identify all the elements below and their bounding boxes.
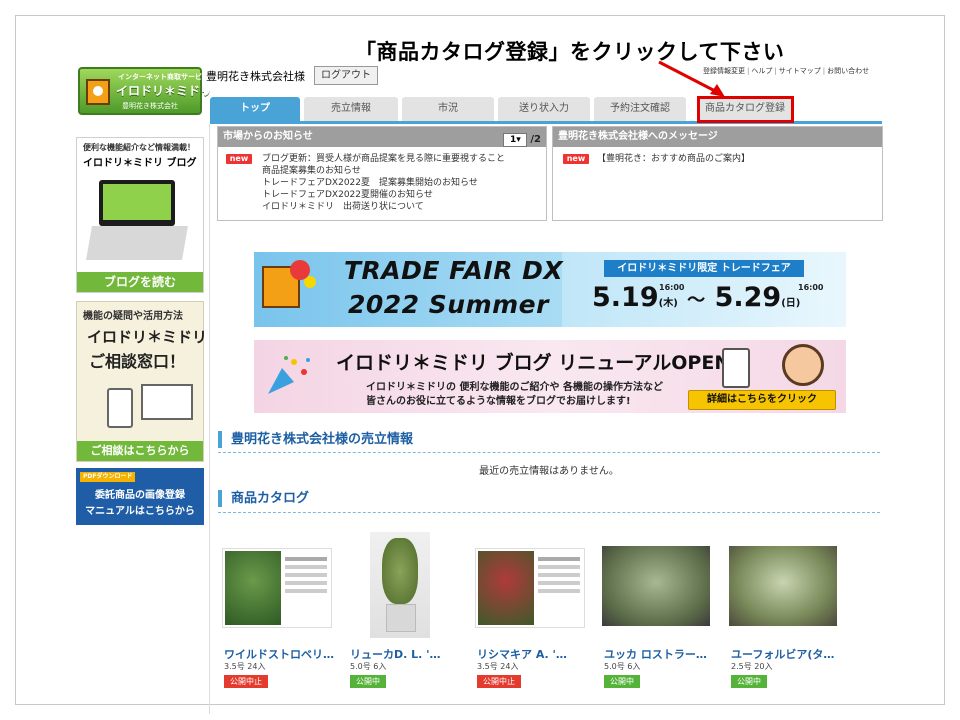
flower-icon bbox=[290, 260, 310, 280]
top-links: 登録情報変更 | ヘルプ | サイトマップ | お問い合わせ bbox=[703, 67, 870, 75]
link-contact[interactable]: お問い合わせ bbox=[827, 67, 869, 75]
pdf-manual-banner[interactable]: PDFダウンロード 委託商品の画像登録 マニュアルはこちらから bbox=[76, 468, 204, 525]
consult-button[interactable]: ご相談はこちらから bbox=[77, 441, 203, 461]
page-select[interactable]: 1▾ bbox=[503, 133, 528, 147]
smartphone-icon bbox=[722, 348, 750, 388]
product-name[interactable]: リシマキア A. '… bbox=[477, 646, 567, 662]
product-image[interactable] bbox=[222, 548, 332, 628]
product-card[interactable]: リューカD. L. '… 5.0号 6入 公開中 bbox=[344, 530, 462, 700]
message-title: 豊明花き株式会社様へのメッセージ bbox=[558, 131, 718, 142]
monitor-icon bbox=[141, 384, 193, 420]
product-info: 3.5号 24入 bbox=[477, 662, 519, 671]
trade-fair-dates: 5.19(木) ～ 5.29(日) bbox=[592, 282, 801, 313]
chevron-down-icon: ▾ bbox=[516, 135, 521, 145]
tab-sales-info[interactable]: 売立情報 bbox=[304, 97, 398, 121]
notice-item[interactable]: イロドリ＊ミドリ 出荷送り状について bbox=[262, 201, 505, 213]
status-badge: 公開中止 bbox=[224, 675, 268, 688]
blog-renewal-line2: 皆さんのお役に立てるような情報をブログでお届けします! bbox=[366, 396, 631, 407]
tab-top[interactable]: トップ bbox=[210, 97, 300, 121]
notice-pager: 1▾ /2 bbox=[503, 130, 541, 150]
product-image[interactable] bbox=[602, 546, 710, 626]
notice-item[interactable]: トレードフェアDX2022夏 提案募集開始のお知らせ bbox=[262, 177, 505, 189]
product-info: 5.0号 6入 bbox=[350, 662, 387, 671]
product-info: 3.5号 24入 bbox=[224, 662, 266, 671]
product-name[interactable]: ユーフォルビア(タ… bbox=[731, 646, 834, 662]
company-name: 豊明花き株式会社様 bbox=[206, 70, 305, 83]
start-time: 16:00 bbox=[659, 283, 685, 292]
product-image[interactable] bbox=[729, 546, 837, 626]
new-badge: new bbox=[563, 154, 589, 164]
product-card[interactable]: リシマキア A. '… 3.5号 24入 公開中止 bbox=[471, 530, 589, 700]
logo-box-icon bbox=[86, 79, 110, 105]
product-card[interactable]: ユッカ ロストラー… 5.0号 6入 公開中 bbox=[598, 530, 716, 700]
highlight-box bbox=[697, 96, 794, 123]
consult-brand: イロドリ＊ミドリ bbox=[87, 328, 208, 346]
keyboard-icon bbox=[86, 226, 188, 260]
notice-item[interactable]: 商品提案募集のお知らせ bbox=[262, 165, 505, 177]
pdf-tag: PDFダウンロード bbox=[80, 472, 136, 482]
tab-invoice-entry[interactable]: 送り状入力 bbox=[498, 97, 590, 121]
link-account-settings[interactable]: 登録情報変更 bbox=[703, 67, 745, 75]
notice-list: ブログ更新：買受人様が商品提案を見る際に重要視すること 商品提案募集のお知らせ … bbox=[262, 153, 505, 213]
tab-reservation[interactable]: 予約注文確認 bbox=[594, 97, 686, 121]
product-name[interactable]: ワイルドストロベリ… bbox=[224, 646, 334, 662]
logo-subtitle: インターネット商取サービス bbox=[118, 73, 209, 81]
logo-title: イロドリ＊ミドリ bbox=[116, 84, 213, 98]
read-blog-button[interactable]: ブログを読む bbox=[77, 272, 203, 292]
blog-banner-caption: 便利な機能紹介など情報満載！ bbox=[83, 143, 195, 152]
product-card[interactable]: ワイルドストロベリ… 3.5号 24入 公開中止 bbox=[218, 530, 336, 700]
blog-renewal-line1: イロドリ＊ミドリの 便利な機能のご紹介や 各機能の操作方法など bbox=[366, 382, 663, 393]
trade-fair-title: TRADE FAIR DX bbox=[344, 256, 564, 285]
pdf-line2: マニュアルはこちらから bbox=[85, 506, 195, 517]
end-time: 16:00 bbox=[798, 283, 824, 292]
blog-renewal-banner[interactable]: イロドリ＊ミドリ ブログ リニューアルOPEN! イロドリ＊ミドリの 便利な機能… bbox=[254, 340, 846, 413]
site-logo[interactable]: インターネット商取サービス イロドリ＊ミドリ 豊明花き株式会社 bbox=[78, 67, 212, 115]
market-notice-panel: 市場からのお知らせ 1▾ /2 new ブログ更新：買受人様が商品提案を見る際に… bbox=[217, 126, 547, 221]
blog-renewal-title: イロドリ＊ミドリ ブログ リニューアルOPEN! bbox=[336, 352, 739, 374]
status-badge: 公開中 bbox=[604, 675, 640, 688]
consult-banner[interactable]: 機能の疑問や活用方法 イロドリ＊ミドリ ご相談窓口！ ご相談はこちらから bbox=[76, 301, 208, 462]
smartphone-icon bbox=[107, 388, 133, 428]
message-panel: 豊明花き株式会社様へのメッセージ new 【豊明花き：おすすめ商品のご案内】 bbox=[552, 126, 883, 221]
link-help[interactable]: ヘルプ bbox=[751, 67, 772, 75]
message-item[interactable]: 【豊明花き：おすすめ商品のご案内】 bbox=[597, 153, 750, 165]
market-notice-title: 市場からのお知らせ bbox=[223, 131, 313, 142]
trade-fair-tag: イロドリ＊ミドリ限定 トレードフェア bbox=[604, 260, 804, 277]
notice-item[interactable]: トレードフェアDX2022夏開催のお知らせ bbox=[262, 189, 505, 201]
person-icon bbox=[782, 344, 824, 386]
trade-fair-subtitle: 2022 Summer bbox=[348, 290, 549, 319]
link-sitemap[interactable]: サイトマップ bbox=[779, 67, 821, 75]
notice-item[interactable]: ブログ更新：買受人様が商品提案を見る際に重要視すること bbox=[262, 153, 505, 165]
blog-detail-button[interactable]: 詳細はこちらをクリック bbox=[688, 390, 836, 410]
laptop-icon bbox=[99, 180, 175, 226]
divider bbox=[218, 452, 880, 453]
column-divider bbox=[209, 124, 210, 714]
logout-button[interactable]: ログアウト bbox=[314, 66, 378, 85]
product-name[interactable]: リューカD. L. '… bbox=[350, 646, 441, 662]
catalog-section-title: 商品カタログ bbox=[218, 490, 309, 507]
product-name[interactable]: ユッカ ロストラー… bbox=[604, 646, 707, 662]
product-image[interactable] bbox=[475, 548, 585, 628]
product-info: 2.5号 20入 bbox=[731, 662, 773, 671]
status-badge: 公開中止 bbox=[477, 675, 521, 688]
sales-empty-message: 最近の売立情報はありません。 bbox=[479, 466, 619, 477]
divider bbox=[218, 512, 880, 513]
consult-caption: 機能の疑問や活用方法 bbox=[83, 311, 183, 322]
pdf-line1: 委託商品の画像登録 bbox=[95, 490, 185, 501]
sales-section-title: 豊明花き株式会社様の売立情報 bbox=[218, 431, 413, 448]
blog-banner-title: イロドリ＊ミドリ ブログ bbox=[83, 158, 197, 169]
consult-title: ご相談窓口！ bbox=[89, 352, 186, 371]
product-image[interactable] bbox=[370, 532, 430, 638]
new-badge: new bbox=[226, 154, 252, 164]
status-badge: 公開中 bbox=[350, 675, 386, 688]
status-badge: 公開中 bbox=[731, 675, 767, 688]
blog-banner[interactable]: 便利な機能紹介など情報満載！ イロドリ＊ミドリ ブログ ブログを読む bbox=[76, 137, 204, 293]
trade-fair-banner[interactable]: TRADE FAIR DX 2022 Summer イロドリ＊ミドリ限定 トレー… bbox=[254, 252, 846, 327]
product-info: 5.0号 6入 bbox=[604, 662, 641, 671]
page-total: /2 bbox=[530, 134, 541, 145]
logo-company: 豊明花き株式会社 bbox=[122, 102, 178, 110]
party-popper-icon bbox=[268, 356, 310, 394]
tab-market[interactable]: 市況 bbox=[402, 97, 494, 121]
product-card[interactable]: ユーフォルビア(タ… 2.5号 20入 公開中 bbox=[725, 530, 843, 700]
